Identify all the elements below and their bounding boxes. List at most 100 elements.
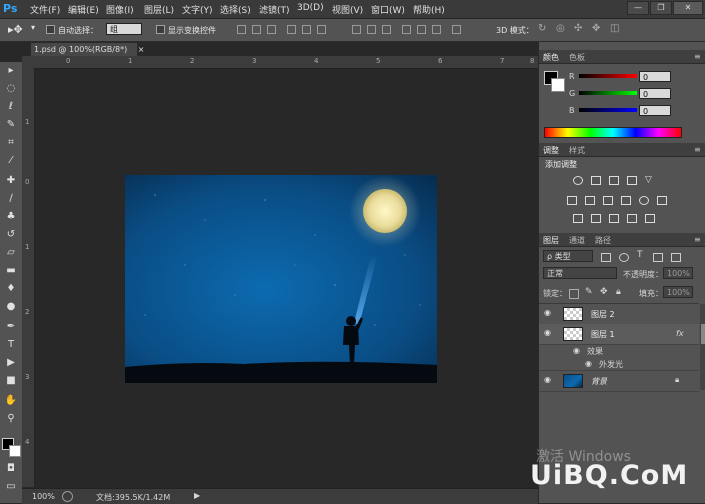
path-select-icon[interactable]: ▶ bbox=[4, 356, 18, 370]
effect-visibility-icon[interactable]: ◉ bbox=[585, 359, 592, 368]
channel-mixer-icon[interactable] bbox=[639, 196, 649, 205]
lock-transparent-icon[interactable] bbox=[569, 289, 579, 299]
lock-pixels-icon[interactable]: ✎ bbox=[585, 287, 593, 297]
menu-layer[interactable]: 图层(L) bbox=[144, 3, 174, 16]
curves-icon[interactable] bbox=[609, 176, 619, 185]
menu-edit[interactable]: 编辑(E) bbox=[68, 3, 99, 16]
dodge-icon[interactable]: ● bbox=[4, 300, 18, 314]
shape-icon[interactable]: ■ bbox=[4, 374, 18, 388]
layer-row-2[interactable]: ◉ 图层 2 bbox=[539, 304, 699, 325]
tab-channels[interactable]: 通道 bbox=[569, 235, 585, 246]
g-value-field[interactable]: 0 bbox=[639, 88, 671, 99]
close-icon[interactable]: ✕ bbox=[673, 1, 703, 15]
background-color-swatch[interactable] bbox=[9, 445, 21, 457]
align-left-icon[interactable] bbox=[287, 25, 296, 34]
move-tool-icon[interactable]: ▸✥ bbox=[8, 23, 23, 36]
quick-select-icon[interactable]: ✎ bbox=[4, 118, 18, 132]
distribute-left-icon[interactable] bbox=[402, 25, 411, 34]
tab-layers[interactable]: 图层 bbox=[543, 235, 559, 246]
gradient-icon[interactable]: ▬ bbox=[4, 264, 18, 278]
zoom-icon[interactable]: ⚲ bbox=[4, 412, 18, 426]
posterize-icon[interactable] bbox=[591, 214, 601, 223]
black-white-icon[interactable] bbox=[603, 196, 613, 205]
distribute-bottom-icon[interactable] bbox=[382, 25, 391, 34]
menu-file[interactable]: 文件(F) bbox=[30, 3, 60, 16]
filter-pixel-icon[interactable] bbox=[601, 253, 611, 262]
lock-all-icon[interactable]: 🔒︎ bbox=[616, 287, 621, 297]
lasso-icon[interactable]: ℓ bbox=[4, 100, 18, 114]
align-top-icon[interactable] bbox=[237, 25, 246, 34]
tab-color[interactable]: 颜色 bbox=[543, 52, 559, 63]
distribute-hcenter-icon[interactable] bbox=[417, 25, 426, 34]
panel-menu-icon[interactable]: ≡ bbox=[694, 52, 701, 61]
exposure-icon[interactable] bbox=[627, 176, 637, 185]
scroll-thumb[interactable] bbox=[701, 324, 705, 344]
hand-icon[interactable]: ✋ bbox=[4, 394, 18, 408]
menu-window[interactable]: 窗口(W) bbox=[371, 3, 405, 16]
screen-mode-icon[interactable]: ▭ bbox=[4, 480, 18, 494]
distribute-top-icon[interactable] bbox=[352, 25, 361, 34]
visibility-eye-icon[interactable]: ◉ bbox=[544, 376, 554, 384]
show-transform-checkbox[interactable]: 显示变换控件 bbox=[156, 25, 216, 36]
panel-menu-icon[interactable]: ≡ bbox=[694, 145, 701, 154]
menu-filter[interactable]: 滤镜(T) bbox=[259, 3, 290, 16]
filter-smart-object-icon[interactable] bbox=[671, 253, 681, 262]
align-right-icon[interactable] bbox=[317, 25, 326, 34]
healing-brush-icon[interactable]: ✚ bbox=[4, 174, 18, 188]
status-menu-arrow-icon[interactable]: ▶ bbox=[194, 491, 200, 500]
color-spectrum-bar[interactable] bbox=[544, 127, 682, 138]
dropdown-arrow-icon[interactable]: ▾ bbox=[31, 23, 35, 32]
visibility-eye-icon[interactable]: ◉ bbox=[544, 309, 554, 317]
zoom-level[interactable]: 100% bbox=[32, 492, 55, 501]
eyedropper-icon[interactable]: ⁄ bbox=[4, 154, 18, 168]
b-value-field[interactable]: 0 bbox=[639, 105, 671, 116]
r-value-field[interactable]: 0 bbox=[639, 71, 671, 82]
align-vcenter-icon[interactable] bbox=[252, 25, 261, 34]
layer-row-1[interactable]: ◉ 图层 1 fx bbox=[539, 324, 699, 345]
blur-icon[interactable]: ♦ bbox=[4, 282, 18, 296]
status-info-icon[interactable] bbox=[62, 491, 73, 502]
document-tab[interactable]: 1.psd @ 100%(RGB/8*) × bbox=[30, 42, 144, 56]
vibrance-icon[interactable]: ▽ bbox=[645, 176, 655, 185]
distribute-right-icon[interactable] bbox=[432, 25, 441, 34]
3d-roll-icon[interactable]: ◎ bbox=[556, 23, 565, 34]
menu-image[interactable]: 图像(I) bbox=[106, 3, 134, 16]
3d-rotate-icon[interactable]: ↻ bbox=[538, 23, 546, 34]
menu-3d[interactable]: 3D(D) bbox=[297, 3, 324, 13]
tab-adjustments[interactable]: 调整 bbox=[543, 145, 559, 156]
outer-glow-row[interactable]: ◉ 外发光 bbox=[539, 357, 699, 371]
3d-slide-icon[interactable]: ✥ bbox=[592, 23, 600, 34]
background-color-swatch[interactable] bbox=[551, 78, 565, 92]
menu-select[interactable]: 选择(S) bbox=[220, 3, 251, 16]
auto-select-checkbox[interactable]: 自动选择： bbox=[46, 25, 98, 36]
pen-icon[interactable]: ✒ bbox=[4, 320, 18, 334]
invert-icon[interactable] bbox=[573, 214, 583, 223]
auto-align-icon[interactable] bbox=[452, 25, 461, 34]
lock-position-icon[interactable]: ✥ bbox=[600, 287, 608, 297]
menu-help[interactable]: 帮助(H) bbox=[413, 3, 445, 16]
layers-scrollbar[interactable] bbox=[700, 304, 705, 390]
tab-styles[interactable]: 样式 bbox=[569, 145, 585, 156]
distribute-vcenter-icon[interactable] bbox=[367, 25, 376, 34]
auto-select-dropdown[interactable]: 组 bbox=[106, 23, 142, 35]
move-icon[interactable]: ▸ bbox=[4, 64, 18, 78]
align-bottom-icon[interactable] bbox=[267, 25, 276, 34]
layer-filter-dropdown[interactable]: ρ 类型 bbox=[543, 250, 593, 262]
menu-type[interactable]: 文字(Y) bbox=[182, 3, 213, 16]
align-hcenter-icon[interactable] bbox=[302, 25, 311, 34]
minimize-icon[interactable]: — bbox=[627, 1, 649, 15]
clone-stamp-icon[interactable]: ♣ bbox=[4, 210, 18, 224]
menu-view[interactable]: 视图(V) bbox=[332, 3, 363, 16]
fx-badge[interactable]: fx bbox=[676, 329, 684, 338]
hue-saturation-icon[interactable] bbox=[567, 196, 577, 205]
filter-adjustment-icon[interactable] bbox=[619, 253, 629, 262]
eraser-icon[interactable]: ▱ bbox=[4, 246, 18, 260]
color-lookup-icon[interactable] bbox=[657, 196, 667, 205]
effects-row[interactable]: ◉ 效果 bbox=[539, 344, 699, 357]
color-balance-icon[interactable] bbox=[585, 196, 595, 205]
panel-menu-icon[interactable]: ≡ bbox=[694, 235, 701, 244]
filter-type-icon[interactable]: T bbox=[637, 250, 643, 260]
3d-scale-icon[interactable]: ◫ bbox=[610, 23, 619, 34]
tab-paths[interactable]: 路径 bbox=[595, 235, 611, 246]
b-slider[interactable] bbox=[579, 108, 637, 112]
